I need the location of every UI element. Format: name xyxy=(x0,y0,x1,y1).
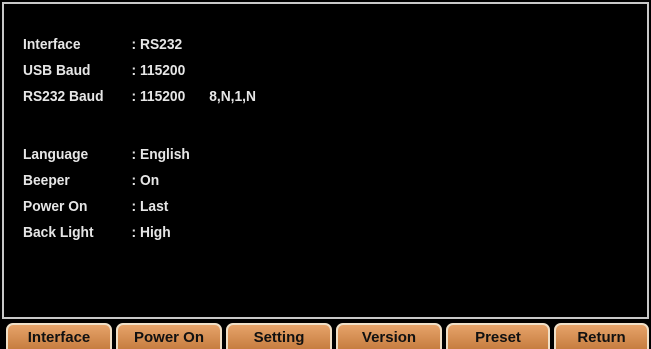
setting-value: : Last xyxy=(131,198,169,215)
setting-value: : English xyxy=(131,146,190,163)
softkey-version[interactable]: Version xyxy=(336,323,442,349)
setting-label: Back Light xyxy=(23,224,94,241)
serial-format-value: 8,N,1,N xyxy=(209,88,256,105)
softkey-power-on[interactable]: Power On xyxy=(116,323,222,349)
setting-row-interface: Interface : RS232 xyxy=(23,34,182,56)
softkey-return[interactable]: Return xyxy=(554,323,649,349)
setting-value: : RS232 xyxy=(131,36,183,53)
setting-label: Beeper xyxy=(23,172,70,189)
setting-label: USB Baud xyxy=(23,62,91,79)
setting-label: Language xyxy=(23,146,89,163)
softkey-interface[interactable]: Interface xyxy=(6,323,112,349)
instrument-screen: Interface : RS232 USB Baud : 115200 RS232 … xyxy=(0,0,651,349)
setting-row-usb-baud: USB Baud : 115200 xyxy=(23,60,185,82)
setting-row-language: Language : English xyxy=(23,144,190,166)
setting-label: RS232 Baud xyxy=(23,88,104,105)
setting-label: Interface xyxy=(23,36,81,53)
setting-value: : High xyxy=(131,224,171,241)
system-info-panel: Interface : RS232 USB Baud : 115200 RS232 … xyxy=(2,2,649,319)
softkey-setting[interactable]: Setting xyxy=(226,323,332,349)
setting-value: : 115200 xyxy=(131,62,186,79)
setting-value: : On xyxy=(131,172,160,189)
setting-row-power-on: Power On : Last xyxy=(23,196,168,218)
softkey-preset[interactable]: Preset xyxy=(446,323,550,349)
setting-label: Power On xyxy=(23,198,88,215)
softkey-bar: Interface Power On Setting Version Prese… xyxy=(0,321,651,349)
setting-row-beeper: Beeper : On xyxy=(23,170,159,192)
setting-row-rs232-baud: RS232 Baud : 115200 8,N,1,N xyxy=(23,86,256,108)
setting-row-back-light: Back Light : High xyxy=(23,222,171,244)
setting-value: : 115200 xyxy=(131,88,186,105)
